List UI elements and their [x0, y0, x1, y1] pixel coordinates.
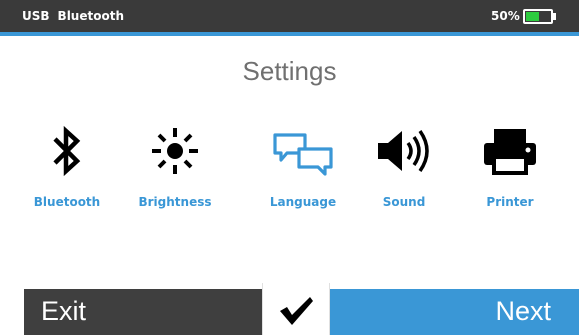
settings-item-label: Sound	[382, 195, 426, 209]
next-button[interactable]: Next	[326, 289, 579, 335]
checkmark-icon	[280, 297, 313, 325]
battery-tip	[553, 13, 556, 20]
settings-item-bluetooth[interactable]: Bluetooth	[12, 125, 122, 209]
confirm-button[interactable]	[262, 283, 330, 335]
battery-icon	[523, 9, 553, 24]
next-button-label: Next	[495, 296, 551, 326]
status-bar: USB Bluetooth 50%	[0, 0, 579, 36]
settings-item-printer[interactable]: Printer	[455, 125, 565, 209]
sound-icon	[378, 129, 429, 173]
usb-status-label: USB	[22, 9, 50, 23]
settings-item-label: Language	[269, 195, 337, 209]
status-connections: USB Bluetooth	[22, 9, 132, 23]
settings-item-language[interactable]: Language	[248, 125, 358, 209]
language-icon	[273, 133, 333, 176]
settings-item-sound[interactable]: Sound	[349, 125, 459, 209]
brightness-icon	[152, 128, 198, 174]
bottom-bar: Exit Next	[0, 283, 579, 335]
settings-item-label: Bluetooth	[33, 195, 101, 209]
settings-item-label: Brightness	[138, 195, 212, 209]
page-title: Settings	[242, 56, 337, 86]
exit-button[interactable]: Exit	[24, 289, 264, 335]
bluetooth-icon	[53, 125, 81, 177]
exit-button-label: Exit	[41, 296, 87, 326]
settings-menu: Bluetooth Brightness Language Sound Prin…	[0, 125, 579, 225]
battery-level-fill	[526, 12, 539, 21]
settings-item-brightness[interactable]: Brightness	[120, 125, 230, 209]
battery-percent: 50%	[491, 9, 520, 23]
printer-icon	[484, 129, 536, 175]
settings-item-label: Printer	[486, 195, 534, 209]
bluetooth-status-label: Bluetooth	[57, 9, 124, 23]
